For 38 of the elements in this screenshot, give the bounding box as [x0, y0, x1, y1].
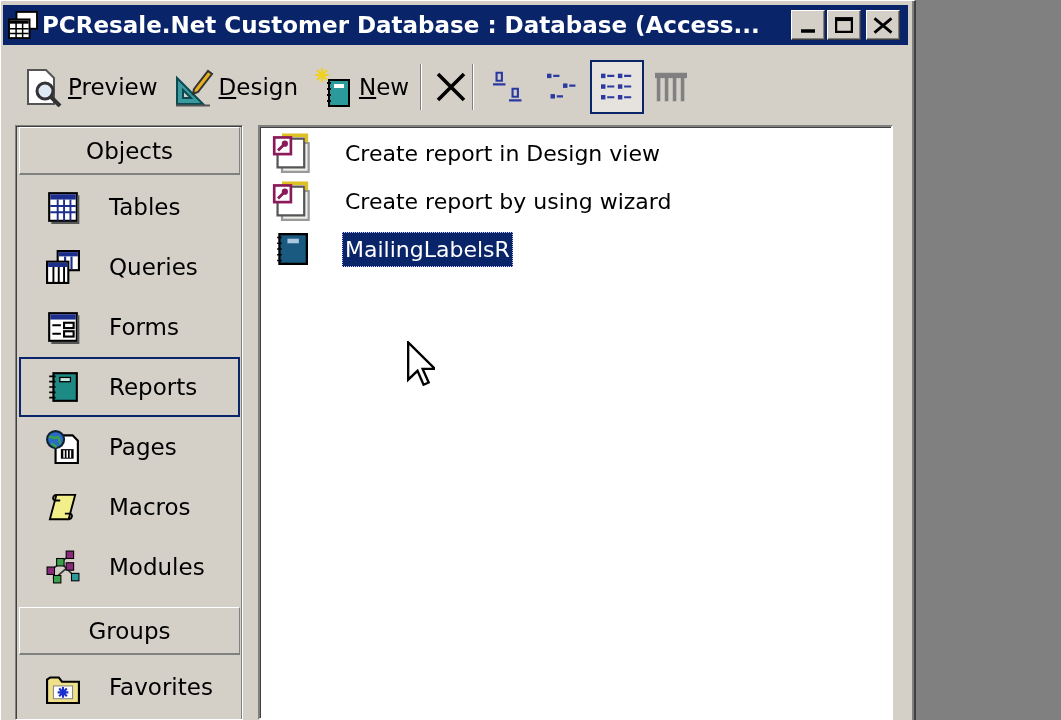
page-key-icon [272, 133, 312, 173]
close-icon [873, 16, 893, 34]
sidebar-item[interactable]: Queries [19, 237, 240, 297]
object-name[interactable]: Create report by using wizard [342, 183, 675, 219]
sidebar-item[interactable]: Reports [19, 357, 240, 417]
window-title: PCResale.Net Customer Database : Database (Access... [42, 12, 761, 38]
notebook-icon [46, 370, 80, 404]
minimize-icon [801, 29, 815, 33]
sidebar-item[interactable]: Modules [19, 537, 240, 597]
group-header-button[interactable]: Groups [19, 607, 240, 655]
mouse-pointer-icon [407, 341, 435, 388]
page-key-icon [272, 181, 312, 221]
linked-blocks-icon [45, 550, 81, 584]
delete-icon [435, 71, 468, 103]
preview-button[interactable]: Preview [18, 60, 163, 114]
group-header-button[interactable]: Objects [19, 127, 240, 175]
sidebar-item[interactable]: Pages [19, 417, 240, 477]
sidebar-item[interactable]: Macros [19, 477, 240, 537]
form-icon [46, 310, 80, 344]
design-button[interactable]: Design [168, 60, 303, 114]
notebook-icon [276, 233, 308, 265]
maximize-icon [835, 17, 853, 33]
list-view-button[interactable] [590, 60, 645, 114]
maximize-button[interactable] [827, 10, 861, 40]
ruler-pencil-icon [173, 67, 214, 107]
globe-page-icon [46, 430, 80, 464]
sidebar-item[interactable]: Forms [19, 297, 240, 357]
table-icon [8, 11, 38, 39]
sidebar-item[interactable]: Tables [19, 177, 240, 237]
stacked-tables-icon [46, 250, 80, 284]
table-icon [46, 190, 80, 224]
close-button[interactable] [866, 10, 900, 40]
object-name[interactable]: Create report in Design view [342, 135, 663, 171]
object-name[interactable]: MailingLabelsR [342, 231, 513, 267]
sidebar-item[interactable]: Favorites [19, 657, 240, 717]
new-button[interactable]: New [308, 60, 415, 114]
details-icon [653, 71, 690, 103]
minimize-button[interactable] [791, 10, 825, 40]
